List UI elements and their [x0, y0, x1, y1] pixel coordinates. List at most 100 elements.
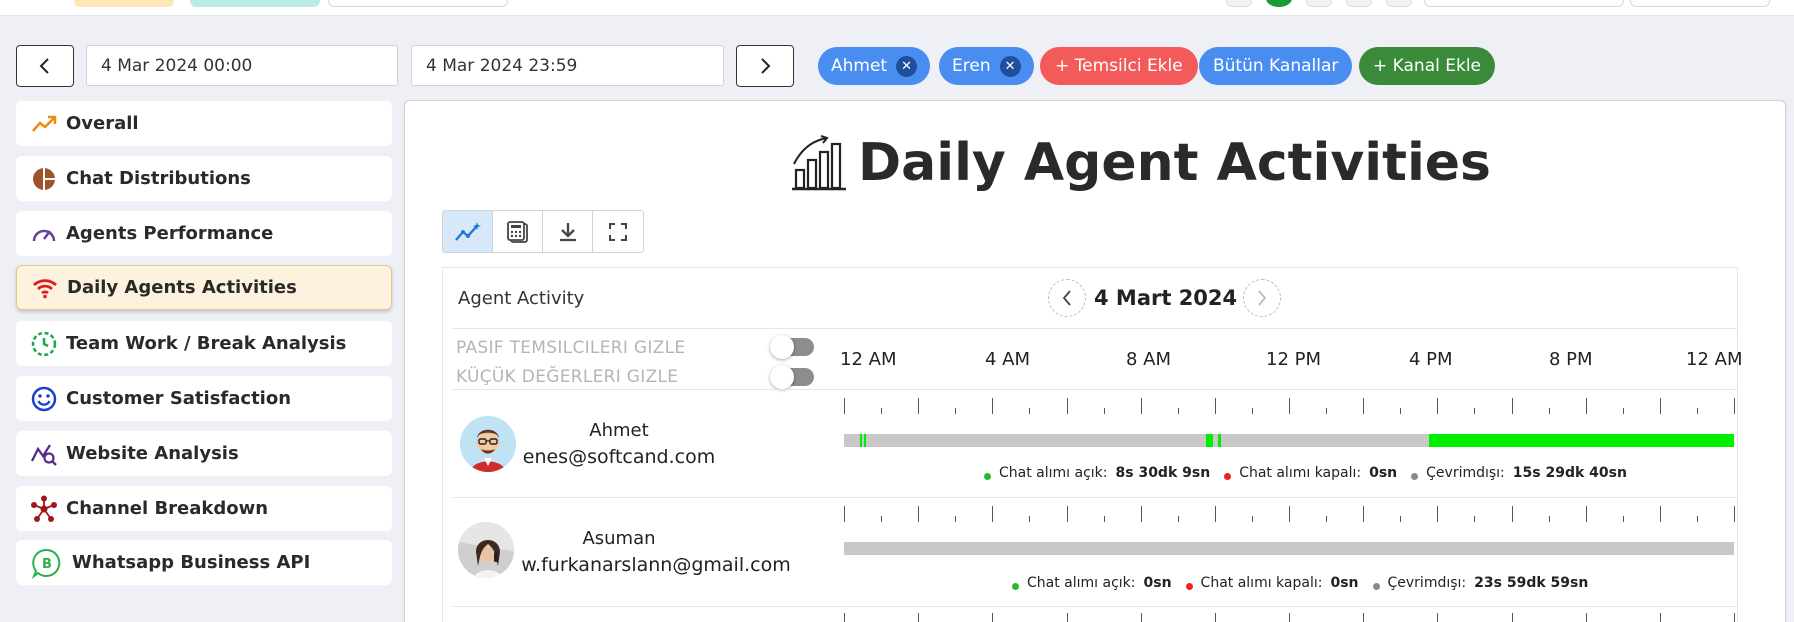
- top-icon-1[interactable]: [1226, 0, 1252, 7]
- timeline-tick: [1178, 516, 1179, 522]
- trending-up-icon: [30, 110, 58, 138]
- timeline-tick: [1363, 613, 1364, 622]
- chart-sparkle-icon: [454, 221, 481, 241]
- add-channel-button[interactable]: + Kanal Ekle: [1359, 47, 1496, 85]
- timeline-tick: [1549, 516, 1550, 522]
- top-tab-3[interactable]: [328, 0, 508, 7]
- timeline-tick: [1326, 516, 1327, 522]
- divider: [452, 497, 1738, 498]
- offline-label: Çevrimdışı:: [1426, 465, 1505, 481]
- sidebar-item-daily-agents-activities[interactable]: Daily Agents Activities: [16, 265, 392, 310]
- timeline-tick: [1697, 516, 1698, 522]
- timeline-tick: [1029, 516, 1030, 522]
- timeline-tick: [1586, 506, 1587, 522]
- timeline-tick: [955, 516, 956, 522]
- fullscreen-button[interactable]: [593, 211, 643, 252]
- closed-label: Chat alımı kapalı:: [1200, 575, 1323, 591]
- agent-chip-eren[interactable]: Eren ✕: [939, 47, 1034, 85]
- top-icon-4[interactable]: [1346, 0, 1372, 7]
- sidebar-item-whatsapp-business-api[interactable]: B Whatsapp Business API: [16, 540, 392, 585]
- timeline-tick: [1289, 398, 1290, 414]
- timeline-tick: [918, 613, 919, 622]
- sidebar-item-label: Customer Satisfaction: [66, 388, 292, 409]
- sidebar-item-label: Website Analysis: [66, 443, 239, 464]
- online-dot: [1012, 582, 1019, 590]
- fullscreen-icon: [609, 222, 627, 241]
- gauge-icon: [30, 220, 58, 248]
- top-tab-2[interactable]: [190, 0, 320, 7]
- hour-label: 12 AM: [840, 349, 897, 370]
- sidebar-item-agents-performance[interactable]: Agents Performance: [16, 211, 392, 256]
- analytics-search-icon: [30, 440, 58, 468]
- hour-label: 4 AM: [985, 349, 1031, 370]
- online-segment: [860, 434, 862, 447]
- network-icon: [30, 495, 58, 523]
- timeline-tick: [1437, 613, 1438, 622]
- table-view-button[interactable]: [493, 211, 543, 252]
- add-agent-button[interactable]: + Temsilci Ekle: [1040, 47, 1198, 85]
- closed-label: Chat alımı kapalı:: [1239, 465, 1362, 481]
- sidebar-item-chat-distributions[interactable]: Chat Distributions: [16, 156, 392, 201]
- hide-small-values-toggle[interactable]: [770, 365, 814, 389]
- hour-label: 12 AM: [1686, 349, 1743, 370]
- offline-dot: [1411, 472, 1419, 480]
- sidebar-item-website-analysis[interactable]: Website Analysis: [16, 431, 392, 476]
- sidebar-item-overall[interactable]: Overall: [16, 101, 392, 146]
- prev-day-button[interactable]: [1048, 279, 1086, 317]
- timeline-tick: [1586, 398, 1587, 414]
- next-date-button[interactable]: [736, 45, 794, 87]
- chevron-left-icon: [39, 58, 49, 74]
- timeline-tick: [992, 398, 993, 414]
- start-date-input[interactable]: 4 Mar 2024 00:00: [86, 45, 398, 86]
- next-day-button[interactable]: [1243, 279, 1282, 317]
- online-value: 0sn: [1143, 575, 1172, 591]
- timeline-tick: [1178, 408, 1179, 414]
- download-button[interactable]: [543, 211, 593, 252]
- all-channels-button[interactable]: Bütün Kanallar: [1199, 47, 1353, 85]
- timeline-tick: [1104, 408, 1105, 414]
- agent-timeline-bar[interactable]: [844, 434, 1734, 447]
- top-icon-5[interactable]: [1386, 0, 1412, 7]
- toggle-chart-button[interactable]: [443, 211, 493, 252]
- top-navigation-bar: [0, 0, 1794, 16]
- agent-name: Asuman: [582, 528, 656, 549]
- agent-chip-ahmet[interactable]: Ahmet ✕: [818, 47, 931, 85]
- remove-chip-icon[interactable]: ✕: [999, 55, 1021, 77]
- timeline-tick: [1660, 506, 1661, 522]
- closed-dot: [1224, 472, 1232, 480]
- offline-label: Çevrimdışı:: [1387, 575, 1467, 591]
- prev-date-button[interactable]: [16, 45, 74, 87]
- hour-label: 12 PM: [1266, 349, 1322, 370]
- timeline-tick: [1289, 613, 1290, 622]
- timeline-tick: [1734, 506, 1735, 522]
- online-segment: [864, 434, 866, 447]
- timeline-tick: [1400, 408, 1401, 414]
- timeline-tick: [1512, 506, 1513, 522]
- timeline-tick: [1252, 516, 1253, 522]
- top-input-2[interactable]: [1630, 0, 1770, 7]
- timeline-tick: [1734, 613, 1735, 622]
- top-tab-1[interactable]: [74, 0, 174, 7]
- top-input-1[interactable]: [1424, 0, 1624, 7]
- offline-value: 15s 29dk 40sn: [1512, 465, 1627, 481]
- top-icon-2[interactable]: [1266, 0, 1292, 7]
- divider: [452, 328, 1738, 329]
- sidebar-item-label: Overall: [66, 113, 139, 134]
- end-date-input[interactable]: 4 Mar 2024 23:59: [411, 45, 724, 86]
- timeline-tick: [1104, 516, 1105, 522]
- remove-chip-icon[interactable]: ✕: [896, 55, 918, 77]
- closed-dot: [1185, 582, 1193, 590]
- top-icon-3[interactable]: [1306, 0, 1332, 7]
- sidebar-item-customer-satisfaction[interactable]: Customer Satisfaction: [16, 376, 392, 421]
- agent-timeline-bar[interactable]: [844, 542, 1734, 555]
- hide-passive-agents-toggle[interactable]: [770, 335, 814, 359]
- sidebar-item-team-work-break-analysis[interactable]: Team Work / Break Analysis: [16, 321, 392, 366]
- offline-dot: [1372, 582, 1380, 590]
- online-segment: [1218, 434, 1221, 447]
- timeline-tick: [1289, 506, 1290, 522]
- timeline-tick: [1474, 408, 1475, 414]
- timeline-tick: [1734, 398, 1735, 414]
- timeline-tick: [1660, 613, 1661, 622]
- sidebar-item-channel-breakdown[interactable]: Channel Breakdown: [16, 486, 392, 531]
- chart-toolbar: [442, 210, 644, 253]
